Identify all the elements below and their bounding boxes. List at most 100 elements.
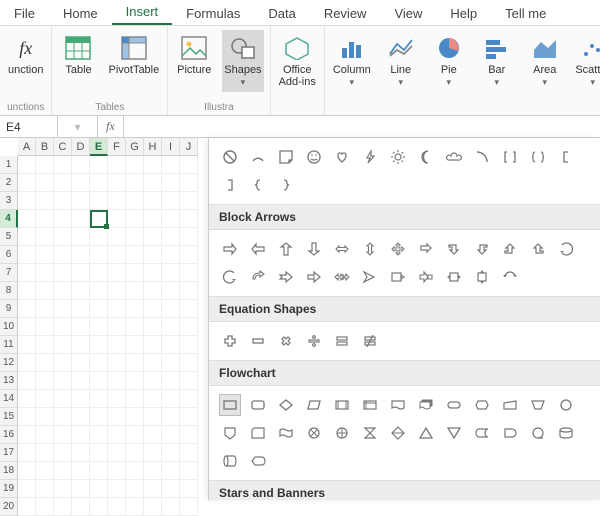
cell-B16[interactable] bbox=[36, 426, 54, 444]
table-button[interactable]: Table bbox=[58, 30, 98, 80]
cell-A18[interactable] bbox=[18, 462, 36, 480]
cell-I7[interactable] bbox=[162, 264, 180, 282]
cell-J9[interactable] bbox=[180, 300, 198, 318]
cell-G4[interactable] bbox=[126, 210, 144, 228]
cell-J7[interactable] bbox=[180, 264, 198, 282]
tab-insert[interactable]: Insert bbox=[112, 0, 173, 25]
cell-I14[interactable] bbox=[162, 390, 180, 408]
cell-G9[interactable] bbox=[126, 300, 144, 318]
cell-C1[interactable] bbox=[54, 156, 72, 174]
cell-E16[interactable] bbox=[90, 426, 108, 444]
cell-F16[interactable] bbox=[108, 426, 126, 444]
cell-G6[interactable] bbox=[126, 246, 144, 264]
cell-E6[interactable] bbox=[90, 246, 108, 264]
cell-F1[interactable] bbox=[108, 156, 126, 174]
tab-data[interactable]: Data bbox=[254, 2, 309, 25]
cell-F8[interactable] bbox=[108, 282, 126, 300]
col-header-F[interactable]: F bbox=[108, 138, 126, 156]
cell-E19[interactable] bbox=[90, 480, 108, 498]
cell-F12[interactable] bbox=[108, 354, 126, 372]
tab-formulas[interactable]: Formulas bbox=[172, 2, 254, 25]
cell-I10[interactable] bbox=[162, 318, 180, 336]
cell-I5[interactable] bbox=[162, 228, 180, 246]
shape-flowchart-process[interactable] bbox=[219, 394, 241, 416]
shape-block-arrow-23[interactable] bbox=[499, 266, 521, 288]
cell-E20[interactable] bbox=[90, 498, 108, 516]
formula-input[interactable] bbox=[124, 118, 600, 136]
cell-C17[interactable] bbox=[54, 444, 72, 462]
pie-chart-button[interactable]: Pie▾ bbox=[429, 30, 469, 92]
cell-H17[interactable] bbox=[144, 444, 162, 462]
cell-F18[interactable] bbox=[108, 462, 126, 480]
cell-I4[interactable] bbox=[162, 210, 180, 228]
cell-B14[interactable] bbox=[36, 390, 54, 408]
cell-I19[interactable] bbox=[162, 480, 180, 498]
tab-file[interactable]: File bbox=[0, 2, 49, 25]
cell-F5[interactable] bbox=[108, 228, 126, 246]
cell-D9[interactable] bbox=[72, 300, 90, 318]
tab-view[interactable]: View bbox=[380, 2, 436, 25]
cell-F17[interactable] bbox=[108, 444, 126, 462]
cell-A13[interactable] bbox=[18, 372, 36, 390]
shape-block-arrow-15[interactable] bbox=[275, 266, 297, 288]
col-header-D[interactable]: D bbox=[72, 138, 90, 156]
col-header-C[interactable]: C bbox=[54, 138, 72, 156]
cell-H2[interactable] bbox=[144, 174, 162, 192]
cell-C12[interactable] bbox=[54, 354, 72, 372]
row-header-19[interactable]: 19 bbox=[0, 480, 18, 498]
cell-J13[interactable] bbox=[180, 372, 198, 390]
cell-A15[interactable] bbox=[18, 408, 36, 426]
cell-F3[interactable] bbox=[108, 192, 126, 210]
cell-D19[interactable] bbox=[72, 480, 90, 498]
name-box-dropdown[interactable]: ▾ bbox=[58, 116, 98, 137]
cell-D7[interactable] bbox=[72, 264, 90, 282]
row-header-14[interactable]: 14 bbox=[0, 390, 18, 408]
cell-C18[interactable] bbox=[54, 462, 72, 480]
cell-B17[interactable] bbox=[36, 444, 54, 462]
shape-minus[interactable] bbox=[247, 330, 269, 352]
cell-I8[interactable] bbox=[162, 282, 180, 300]
cell-E11[interactable] bbox=[90, 336, 108, 354]
cell-I17[interactable] bbox=[162, 444, 180, 462]
shape-moon[interactable] bbox=[415, 146, 437, 168]
tab-review[interactable]: Review bbox=[310, 2, 381, 25]
cell-D18[interactable] bbox=[72, 462, 90, 480]
cell-B4[interactable] bbox=[36, 210, 54, 228]
cell-J6[interactable] bbox=[180, 246, 198, 264]
cell-H6[interactable] bbox=[144, 246, 162, 264]
cell-H12[interactable] bbox=[144, 354, 162, 372]
cell-A20[interactable] bbox=[18, 498, 36, 516]
shape-flowchart-stored-data[interactable] bbox=[471, 422, 493, 444]
column-chart-button[interactable]: Column▾ bbox=[331, 30, 373, 92]
name-box[interactable]: E4 bbox=[0, 116, 58, 137]
tab-home[interactable]: Home bbox=[49, 2, 112, 25]
shape-flowchart-punched-tape[interactable] bbox=[275, 422, 297, 444]
cell-G15[interactable] bbox=[126, 408, 144, 426]
row-header-1[interactable]: 1 bbox=[0, 156, 18, 174]
cell-E18[interactable] bbox=[90, 462, 108, 480]
shape-divide[interactable] bbox=[303, 330, 325, 352]
shape-block-arrow-13[interactable] bbox=[219, 266, 241, 288]
shape-flowchart-multidoc[interactable] bbox=[415, 394, 437, 416]
cell-B18[interactable] bbox=[36, 462, 54, 480]
shape-block-arrow-1[interactable] bbox=[247, 238, 269, 260]
cell-J4[interactable] bbox=[180, 210, 198, 228]
shape-arc[interactable] bbox=[247, 146, 269, 168]
cell-J3[interactable] bbox=[180, 192, 198, 210]
row-header-2[interactable]: 2 bbox=[0, 174, 18, 192]
row-header-16[interactable]: 16 bbox=[0, 426, 18, 444]
cell-G14[interactable] bbox=[126, 390, 144, 408]
cell-A2[interactable] bbox=[18, 174, 36, 192]
cell-F19[interactable] bbox=[108, 480, 126, 498]
cell-A8[interactable] bbox=[18, 282, 36, 300]
cell-G20[interactable] bbox=[126, 498, 144, 516]
cell-I6[interactable] bbox=[162, 246, 180, 264]
cell-H1[interactable] bbox=[144, 156, 162, 174]
shape-block-arrow-5[interactable] bbox=[359, 238, 381, 260]
cell-F20[interactable] bbox=[108, 498, 126, 516]
cell-B19[interactable] bbox=[36, 480, 54, 498]
cell-J10[interactable] bbox=[180, 318, 198, 336]
cell-C14[interactable] bbox=[54, 390, 72, 408]
shape-block-arrow-14[interactable] bbox=[247, 266, 269, 288]
cell-I12[interactable] bbox=[162, 354, 180, 372]
